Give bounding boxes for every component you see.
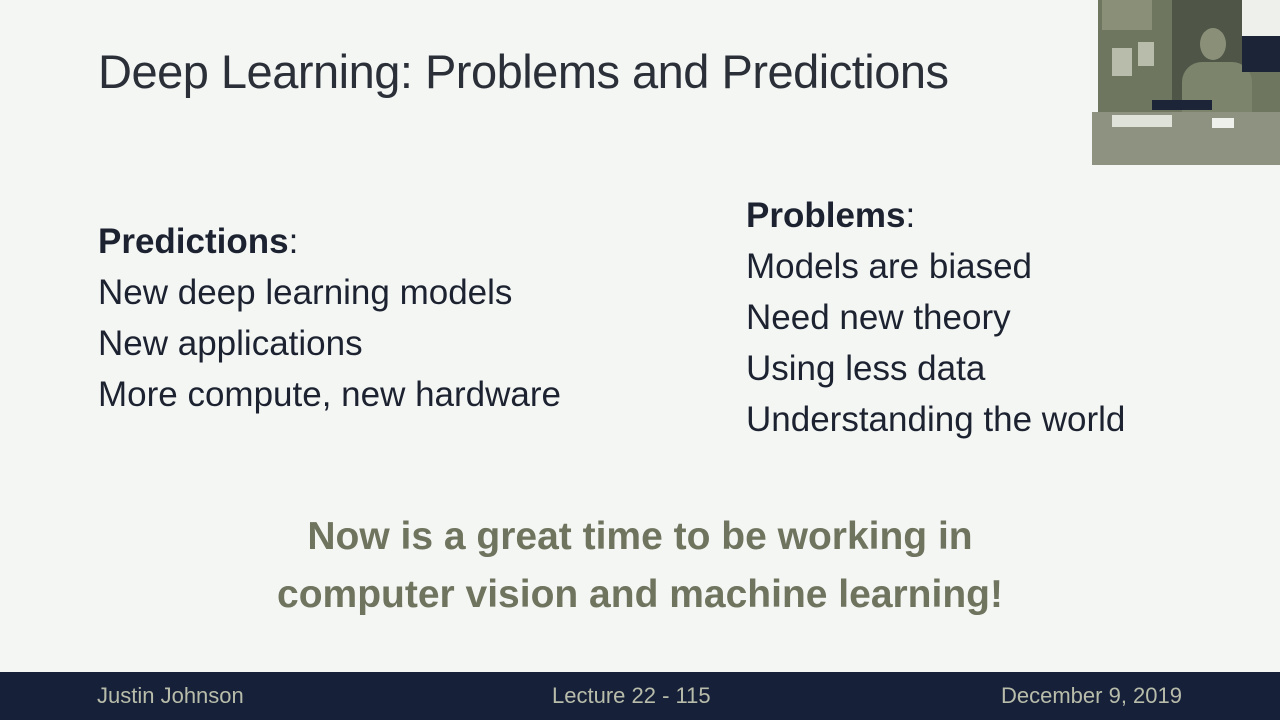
list-item: Using less data xyxy=(746,349,986,388)
slide-title: Deep Learning: Problems and Predictions xyxy=(98,45,949,98)
message-line: Now is a great time to be working in xyxy=(307,515,973,558)
list-item: New applications xyxy=(98,324,363,363)
footer-lecture: Lecture 22 - 115 xyxy=(552,683,711,708)
colon: : xyxy=(905,196,916,235)
list-item: Understanding the world xyxy=(746,400,1126,439)
list-item: Need new theory xyxy=(746,298,1011,337)
list-item: Models are biased xyxy=(746,247,1032,286)
predictions-list: Predictions: New deep learning models Ne… xyxy=(98,216,561,420)
closing-message: Now is a great time to be working in com… xyxy=(0,508,1280,624)
predictions-heading: Predictions xyxy=(98,222,289,261)
problems-list: Problems: Models are biased Need new the… xyxy=(746,190,1125,445)
footer-date: December 9, 2019 xyxy=(1001,683,1182,708)
list-item: New deep learning models xyxy=(98,273,513,312)
webcam-video xyxy=(1092,0,1280,165)
problems-heading: Problems xyxy=(746,196,906,235)
colon: : xyxy=(288,222,299,261)
slide-footer: Justin Johnson Lecture 22 - 115 December… xyxy=(0,672,1280,720)
message-line: computer vision and machine learning! xyxy=(277,573,1003,616)
footer-author: Justin Johnson xyxy=(97,683,244,708)
list-item: More compute, new hardware xyxy=(98,375,561,414)
